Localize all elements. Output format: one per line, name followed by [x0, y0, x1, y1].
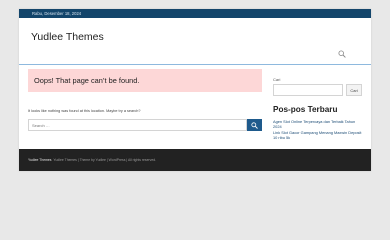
search-icon[interactable] [338, 45, 346, 58]
sidebar-search-button[interactable]: Cari [346, 84, 362, 96]
footer-brand[interactable]: Yudlee Themes [28, 158, 52, 162]
footer-text: Yudlee Themes | Theme by Yudlee | WordPr… [51, 158, 157, 162]
page-title: Oops! That page can’t be found. [34, 76, 140, 85]
top-bar: Rabu, Desember 18, 2024 [19, 9, 371, 18]
search-submit-button[interactable] [247, 119, 262, 131]
current-date: Rabu, Desember 18, 2024 [32, 10, 82, 16]
recent-post-link[interactable]: Agen Slot Online Terpercaya dan Terbaik … [273, 119, 363, 129]
sidebar-search-input[interactable] [273, 84, 343, 96]
not-found-message: It looks like nothing was found at this … [28, 109, 141, 113]
search-icon [251, 122, 258, 129]
sidebar-search-label: Cari [273, 77, 281, 82]
header-divider [19, 64, 371, 65]
search-form [28, 119, 262, 131]
site-title[interactable]: Yudlee Themes [31, 31, 104, 43]
footer-credits: Yudlee Themes Yudlee Themes | Theme by Y… [28, 158, 156, 162]
recent-post-link[interactable]: Link Slot Gacor Gampang Menang Maxwin De… [273, 130, 363, 140]
not-found-banner: Oops! That page can’t be found. [28, 69, 262, 92]
recent-posts-heading: Pos-pos Terbaru [273, 105, 338, 114]
recent-posts-list: Agen Slot Online Terpercaya dan Terbaik … [273, 119, 363, 140]
footer: Yudlee Themes Yudlee Themes | Theme by Y… [19, 149, 371, 171]
search-input[interactable] [28, 119, 247, 131]
page-frame: Rabu, Desember 18, 2024 Yudlee Themes Oo… [19, 9, 371, 171]
